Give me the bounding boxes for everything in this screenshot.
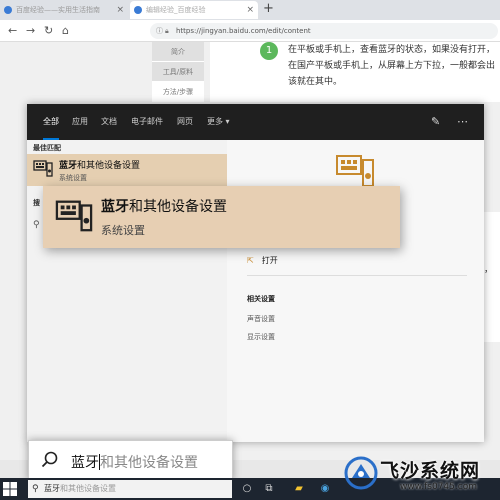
filter-tab-documents[interactable]: 文档 bbox=[101, 104, 117, 140]
address-bar[interactable]: ⓘ 🔒︎ https://jingyan.baidu.com/edit/cont… bbox=[150, 23, 498, 39]
open-action[interactable]: ⇱ 打开 bbox=[247, 255, 278, 266]
step-content: 1 在平板或手机上，查看蓝牙的状态，如果没有打开，在国产平板或手机上，从屏幕上方… bbox=[210, 42, 500, 102]
lock-icon: 🔒︎ bbox=[165, 27, 169, 35]
filter-tab-apps[interactable]: 应用 bbox=[72, 104, 88, 140]
side-nav-item[interactable]: 工具/原料 bbox=[152, 62, 204, 82]
display-settings-link[interactable]: 显示设置 bbox=[247, 332, 275, 342]
search-icon: ⚲ bbox=[33, 220, 40, 230]
zoomed-best-match[interactable]: 蓝牙和其他设备设置 系统设置 bbox=[43, 186, 400, 248]
best-match-result[interactable]: 蓝牙和其他设备设置 系统设置 bbox=[27, 154, 227, 186]
address-url: https://jingyan.baidu.com/edit/content bbox=[176, 27, 311, 35]
watermark-title: 飞沙系统网 bbox=[380, 460, 481, 482]
site-logo-icon bbox=[344, 456, 378, 493]
windows-search-panel: 全部 应用 文档 电子邮件 网页 更多 ▾ ✎ ⋯ 最佳匹配 蓝牙和其他设备设置… bbox=[27, 104, 484, 442]
tab-label: 百度经验——实用生活指南 bbox=[16, 6, 100, 14]
browser-tab[interactable]: 百度经验——实用生活指南 × bbox=[0, 1, 128, 19]
zoomed-search-box[interactable]: 蓝牙和其他设备设置 bbox=[28, 440, 233, 480]
refresh-icon[interactable]: ↻ bbox=[44, 23, 53, 39]
article-side-nav: 简介 工具/原料 方法/步骤 bbox=[152, 42, 204, 102]
device-settings-icon bbox=[33, 158, 53, 181]
search-icon bbox=[41, 451, 59, 472]
sound-settings-link[interactable]: 声音设置 bbox=[247, 314, 275, 324]
best-match-label: 最佳匹配 bbox=[33, 144, 61, 152]
forward-icon[interactable]: → bbox=[26, 23, 35, 39]
browser-icon[interactable]: ◉ bbox=[318, 482, 332, 496]
search-filter-bar: 全部 应用 文档 电子邮件 网页 更多 ▾ ✎ ⋯ bbox=[27, 104, 484, 140]
favicon-icon bbox=[4, 6, 12, 14]
open-label: 打开 bbox=[261, 256, 278, 265]
filter-tab-email[interactable]: 电子邮件 bbox=[131, 104, 163, 140]
feedback-icon[interactable]: ✎ bbox=[431, 115, 440, 128]
zoomed-search-text: 蓝牙和其他设备设置 bbox=[71, 454, 198, 471]
result-title: 蓝牙和其他设备设置 bbox=[59, 161, 141, 171]
taskbar-search-box[interactable]: ⚲ 蓝牙和其他设备设置 bbox=[28, 480, 232, 498]
filter-tab-web[interactable]: 网页 bbox=[177, 104, 193, 140]
filter-tab-more[interactable]: 更多 ▾ bbox=[207, 104, 230, 140]
watermark-url: www.fs0745.com bbox=[400, 482, 477, 492]
related-settings-label: 相关设置 bbox=[247, 295, 275, 303]
result-subtitle: 系统设置 bbox=[59, 174, 87, 182]
site-watermark: 飞沙系统网 www.fs0745.com bbox=[344, 452, 500, 498]
zoomed-result-title: 蓝牙和其他设备设置 bbox=[101, 199, 227, 215]
step-number-badge: 1 bbox=[260, 42, 278, 60]
back-icon[interactable]: ← bbox=[8, 23, 17, 39]
search-web-label: 搜 bbox=[33, 199, 40, 207]
side-nav-item[interactable]: 方法/步骤 bbox=[152, 82, 204, 102]
step-text[interactable]: 在平板或手机上，查看蓝牙的状态，如果没有打开，在国产平板或手机上，从屏幕上方下拉… bbox=[288, 42, 500, 90]
browser-tab-active[interactable]: 编辑经验_百度经验 × bbox=[130, 1, 258, 19]
close-icon[interactable]: × bbox=[116, 1, 124, 19]
open-icon: ⇱ bbox=[247, 256, 254, 265]
side-nav-item[interactable]: 简介 bbox=[152, 42, 204, 62]
info-icon[interactable]: ⓘ bbox=[156, 23, 163, 39]
windows-start-icon[interactable] bbox=[3, 482, 17, 499]
taskbar-search-text: 蓝牙和其他设备设置 bbox=[44, 484, 116, 493]
zoomed-result-subtitle: 系统设置 bbox=[101, 224, 145, 237]
more-options-icon[interactable]: ⋯ bbox=[457, 115, 468, 128]
file-explorer-icon[interactable]: ▰ bbox=[292, 482, 306, 496]
browser-nav-bar: ← → ↻ ⌂ ⓘ 🔒︎ https://jingyan.baidu.com/e… bbox=[0, 20, 500, 42]
divider bbox=[247, 275, 467, 276]
home-icon[interactable]: ⌂ bbox=[62, 23, 69, 39]
filter-tab-all[interactable]: 全部 bbox=[43, 104, 59, 140]
close-icon[interactable]: × bbox=[246, 1, 254, 19]
favicon-icon bbox=[134, 6, 142, 14]
task-view-icon[interactable]: ⧉ bbox=[262, 482, 276, 496]
new-tab-button[interactable]: + bbox=[263, 1, 274, 17]
browser-tab-bar: 百度经验——实用生活指南 × 编辑经验_百度经验 × + bbox=[0, 0, 500, 20]
cortana-icon[interactable]: ○ bbox=[240, 482, 254, 496]
tab-label: 编辑经验_百度经验 bbox=[146, 6, 206, 14]
search-icon: ⚲ bbox=[32, 484, 39, 494]
device-settings-icon bbox=[55, 196, 93, 237]
